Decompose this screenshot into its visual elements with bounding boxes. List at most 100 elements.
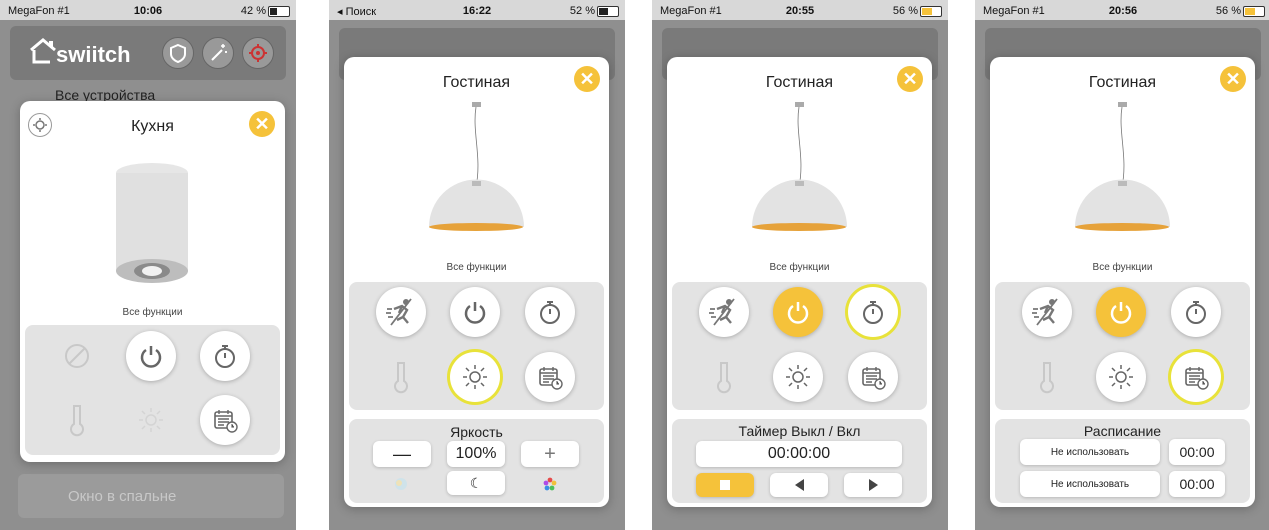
all-functions-label: Все функции xyxy=(446,262,507,273)
device-modal: Гостиная ✕ Все функции xyxy=(990,57,1255,507)
device-modal: Гостиная ✕ Все функции xyxy=(667,57,932,507)
schedule-row-2-mode[interactable]: Не использовать xyxy=(1020,471,1160,497)
magic-wand-button[interactable] xyxy=(202,37,234,69)
gear-icon xyxy=(249,44,267,62)
ceiling-spotlight-image xyxy=(116,163,188,283)
schedule-row-1-time[interactable]: 00:00 xyxy=(1169,439,1225,465)
thermometer-icon xyxy=(70,405,84,437)
modal-title: Кухня xyxy=(131,118,174,135)
function-panel xyxy=(349,282,604,410)
running-man-icon xyxy=(386,298,412,326)
all-functions-label: Все функции xyxy=(769,262,830,273)
status-bar: MegaFon #1 20:55 56 % xyxy=(652,0,948,20)
phone-screen-schedule: MegaFon #1 20:56 56 % Гостиная ✕ Все фун… xyxy=(975,0,1269,530)
stop-button[interactable] xyxy=(696,473,754,497)
timer-button[interactable] xyxy=(525,287,575,337)
power-button[interactable] xyxy=(126,331,176,381)
magic-wand-icon xyxy=(211,44,227,61)
home-logo-icon xyxy=(30,38,56,64)
sun-icon xyxy=(1109,365,1133,389)
anti-theft-button[interactable] xyxy=(376,287,426,337)
power-button[interactable] xyxy=(1096,287,1146,337)
schedule-row-2-time[interactable]: 00:00 xyxy=(1169,471,1225,497)
thermometer-button xyxy=(699,352,749,402)
triangle-left-icon xyxy=(794,479,804,491)
close-button[interactable]: ✕ xyxy=(249,111,275,137)
app-header: swiitch xyxy=(10,26,286,80)
all-functions-label: Все функции xyxy=(122,307,183,318)
thermometer-button xyxy=(52,395,102,445)
calendar-clock-icon xyxy=(214,410,238,433)
running-man-icon xyxy=(709,298,735,326)
close-button[interactable]: ✕ xyxy=(574,66,600,92)
thermometer-icon xyxy=(394,362,408,394)
pendant-lamp-image xyxy=(1075,102,1170,231)
bg-device-row[interactable]: Окно в спальне xyxy=(18,474,284,518)
device-modal: Кухня ✕ Все функции xyxy=(20,101,285,462)
increase-button[interactable]: + xyxy=(521,441,579,467)
close-icon: ✕ xyxy=(1225,69,1241,89)
close-button[interactable]: ✕ xyxy=(1220,66,1246,92)
schedule-row-1-mode[interactable]: Не использовать xyxy=(1020,439,1160,465)
battery-icon xyxy=(1243,6,1265,17)
close-icon: ✕ xyxy=(254,114,270,134)
brightness-panel: Яркость — 100% + ☾ xyxy=(349,419,604,503)
close-button[interactable]: ✕ xyxy=(897,66,923,92)
shield-icon xyxy=(170,43,186,64)
power-button[interactable] xyxy=(773,287,823,337)
power-button[interactable] xyxy=(450,287,500,337)
brightness-button[interactable] xyxy=(1096,352,1146,402)
thermometer-button xyxy=(376,352,426,402)
timer-button[interactable] xyxy=(1171,287,1221,337)
schedule-button[interactable] xyxy=(200,395,250,445)
thermometer-icon xyxy=(717,362,731,394)
anti-theft-button[interactable] xyxy=(699,287,749,337)
modal-title: Гостиная xyxy=(442,74,511,91)
thermometer-icon xyxy=(1040,362,1054,394)
timer-value[interactable]: 00:00:00 xyxy=(696,441,902,467)
schedule-button[interactable] xyxy=(1171,352,1221,402)
play-button[interactable] xyxy=(844,473,902,497)
function-panel xyxy=(995,282,1250,410)
brightness-button xyxy=(126,395,176,445)
battery-icon xyxy=(268,6,290,17)
white-color-icon[interactable] xyxy=(394,477,408,491)
stopwatch-icon xyxy=(863,301,883,324)
settings-button[interactable] xyxy=(242,37,274,69)
calendar-clock-icon xyxy=(539,367,563,390)
close-icon: ✕ xyxy=(579,69,595,89)
stopwatch-icon xyxy=(540,301,560,324)
prohibited-icon xyxy=(65,344,89,368)
moon-icon: ☾ xyxy=(469,474,483,491)
brightness-button[interactable] xyxy=(450,352,500,402)
decrease-button[interactable]: — xyxy=(373,441,431,467)
brightness-button[interactable] xyxy=(773,352,823,402)
bg-device-label: Окно в спальне xyxy=(68,488,177,505)
close-icon: ✕ xyxy=(902,69,918,89)
calendar-clock-icon xyxy=(862,367,886,390)
brightness-value: 100% xyxy=(447,441,505,467)
sun-icon xyxy=(463,365,487,389)
calendar-clock-icon xyxy=(1185,367,1209,390)
previous-button[interactable] xyxy=(770,473,828,497)
battery-label: 42 % xyxy=(240,5,266,17)
timer-button[interactable] xyxy=(200,331,250,381)
device-modal: Гостиная ✕ Все функции xyxy=(344,57,609,507)
all-functions-label: Все функции xyxy=(1092,262,1153,273)
stop-icon xyxy=(720,480,730,490)
battery-label: 52 % xyxy=(569,5,595,17)
status-bar: MegaFon #1 20:56 56 % xyxy=(975,0,1269,20)
shield-button[interactable] xyxy=(162,37,194,69)
schedule-panel: Расписание Не использовать 00:00 Не испо… xyxy=(995,419,1250,503)
schedule-button[interactable] xyxy=(848,352,898,402)
triangle-right-icon xyxy=(868,479,878,491)
schedule-button[interactable] xyxy=(525,352,575,402)
timer-button[interactable] xyxy=(848,287,898,337)
pendant-lamp-image xyxy=(752,102,847,231)
night-mode-button[interactable]: ☾ xyxy=(447,471,505,495)
status-bar: MegaFon #1 10:06 42 % xyxy=(0,0,296,20)
anti-theft-button[interactable] xyxy=(1022,287,1072,337)
color-palette-icon[interactable] xyxy=(543,477,557,491)
timer-panel: Таймер Выкл / Вкл 00:00:00 xyxy=(672,419,927,503)
sun-icon xyxy=(786,365,810,389)
